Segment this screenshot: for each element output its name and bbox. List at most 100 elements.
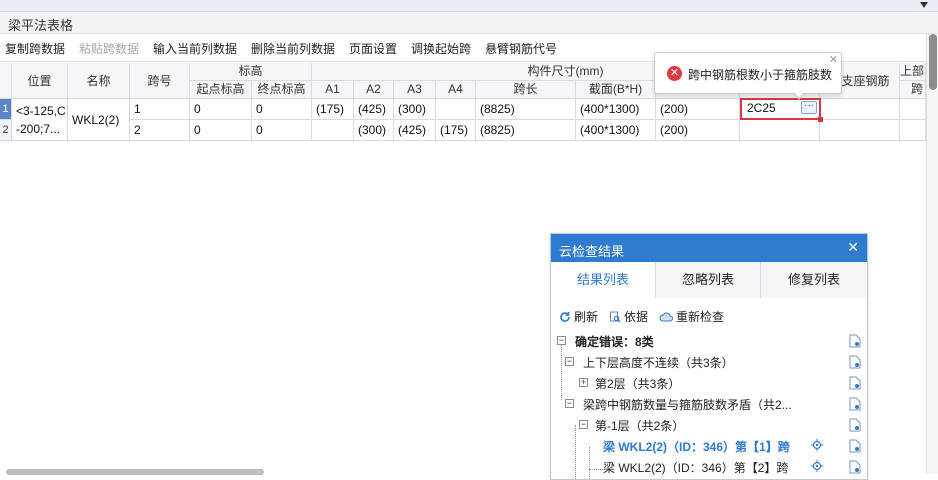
col-header-position[interactable]: 位置 [12, 63, 68, 99]
collapse-icon[interactable]: − [557, 336, 566, 345]
tab-results[interactable]: 结果列表 [551, 262, 656, 298]
table-cell[interactable]: 1 [130, 99, 190, 120]
refresh-button[interactable]: 刷新 [559, 308, 598, 325]
copy-span-button[interactable]: 复制跨数据 [5, 40, 65, 57]
position-cell[interactable]: <3-125,C -200;7... [12, 99, 68, 141]
col-header-a1[interactable]: A1 [312, 81, 354, 99]
tree-item[interactable]: 梁 WKL2(2)（ID：346）第【2】跨 [603, 458, 853, 478]
col-header-a4[interactable]: A4 [436, 81, 476, 99]
tree-node-floor[interactable]: − 第-1层（共2条） [579, 416, 853, 436]
col-header-end-elev[interactable]: 终点标高 [252, 81, 312, 99]
col-header-span-length[interactable]: 跨长 [476, 81, 576, 99]
table-cell[interactable] [900, 120, 926, 141]
document-icon[interactable] [849, 397, 861, 411]
table-cell[interactable]: (400*1300) [576, 99, 656, 120]
locate-icon[interactable] [811, 460, 823, 472]
table-cell[interactable]: 0 [252, 99, 312, 120]
window-title: 梁平法表格 [8, 18, 74, 33]
expand-icon[interactable]: + [579, 378, 588, 387]
error-icon: ✕ [667, 66, 682, 81]
document-icon[interactable] [849, 355, 861, 369]
col-header-a3[interactable]: A3 [394, 81, 436, 99]
fill-handle[interactable] [818, 117, 823, 122]
tree-node-category[interactable]: − 梁跨中钢筋数量与箍筋肢数矛盾（共2... [565, 395, 853, 415]
panel-actions: 刷新 依据 重新检查 [551, 306, 867, 328]
collapse-icon[interactable]: − [565, 399, 574, 408]
table-cell[interactable]: (425) [354, 99, 394, 120]
page-setup-button[interactable]: 页面设置 [349, 40, 397, 57]
vertical-scrollbar[interactable] [926, 34, 938, 474]
table-cell[interactable]: (175) [436, 120, 476, 141]
document-icon[interactable] [849, 418, 861, 432]
document-icon[interactable] [849, 376, 861, 390]
row-header-corner [0, 63, 12, 99]
table-cell[interactable] [436, 99, 476, 120]
table-cell[interactable]: (200) [656, 99, 740, 120]
tree-category-label: 上下层高度不连续（共3条） [583, 356, 734, 370]
mid-rebar-edit-input[interactable]: 2C25 ··· [740, 98, 823, 122]
window-top-bar [0, 0, 938, 12]
tree-node-category[interactable]: − 上下层高度不连续（共3条） [565, 353, 853, 373]
more-options-button[interactable]: ··· [801, 101, 817, 114]
table-cell[interactable]: (300) [354, 120, 394, 141]
col-header-top-span[interactable]: 跨 [900, 81, 926, 99]
col-header-elevation[interactable]: 标高 [190, 63, 312, 81]
table-cell[interactable]: 0 [252, 120, 312, 141]
table-cell[interactable] [820, 120, 900, 141]
row-number[interactable]: 1 [0, 99, 12, 120]
table-cell[interactable]: (8825) [476, 99, 576, 120]
cloud-icon [659, 312, 673, 322]
tree-item-label: 梁 WKL2(2)（ID：346）第【2】跨 [603, 461, 789, 475]
table-cell[interactable]: 0 [190, 120, 252, 141]
col-header-start-elev[interactable]: 起点标高 [190, 81, 252, 99]
basis-button[interactable]: 依据 [609, 308, 648, 325]
document-icon[interactable] [849, 439, 861, 453]
position-line1: <3-125,C [16, 104, 66, 118]
table-cell[interactable]: 2 [130, 120, 190, 141]
paste-span-button[interactable]: 粘贴跨数据 [79, 40, 139, 57]
tree-item[interactable]: 梁 WKL2(2)（ID：346）第【1】跨 [603, 437, 853, 457]
table-cell[interactable]: (8825) [476, 120, 576, 141]
swap-start-span-button[interactable]: 调换起始跨 [411, 40, 471, 57]
error-tooltip: ✕ 跨中钢筋根数小于箍筋肢数 ✕ [654, 52, 842, 100]
cloud-check-panel: 云检查结果 ✕ 结果列表 忽略列表 修复列表 刷新 依据 重新检查 − 确定错误… [550, 233, 868, 480]
tab-ignored[interactable]: 忽略列表 [656, 262, 761, 298]
table-cell[interactable]: (175) [312, 99, 354, 120]
locate-icon[interactable] [811, 439, 823, 451]
tab-fixed[interactable]: 修复列表 [761, 262, 867, 298]
col-header-section[interactable]: 截面(B*H) [576, 81, 656, 99]
collapse-icon[interactable]: − [579, 420, 588, 429]
tooltip-close-icon[interactable]: ✕ [829, 53, 838, 66]
document-icon[interactable] [849, 460, 861, 474]
panel-close-icon[interactable]: ✕ [847, 239, 859, 256]
col-header-top[interactable]: 上部 [900, 63, 926, 81]
table-cell[interactable] [900, 99, 926, 120]
error-message: 跨中钢筋根数小于箍筋肢数 [688, 68, 833, 82]
table-cell[interactable]: (400*1300) [576, 120, 656, 141]
tree-node-floor[interactable]: + 第2层（共3条） [579, 374, 853, 394]
delete-column-button[interactable]: 删除当前列数据 [251, 40, 335, 57]
col-header-name[interactable]: 名称 [68, 63, 130, 99]
table-cell[interactable] [820, 99, 900, 120]
recheck-button[interactable]: 重新检查 [659, 308, 724, 325]
document-icon[interactable] [849, 334, 861, 348]
table-cell[interactable]: 0 [190, 99, 252, 120]
col-header-span-no[interactable]: 跨号 [130, 63, 190, 99]
input-column-button[interactable]: 输入当前列数据 [153, 40, 237, 57]
result-tree: − 确定错误：8类 − 上下层高度不连续（共3条） + 第2层（共3条） − 梁… [551, 330, 867, 480]
collapse-icon[interactable]: − [565, 357, 574, 366]
table-cell[interactable]: (425) [394, 120, 436, 141]
vertical-scroll-thumb[interactable] [929, 34, 937, 90]
collapse-arrow-icon[interactable] [920, 2, 928, 8]
horizontal-scroll-thumb[interactable] [6, 469, 264, 475]
table-cell[interactable]: (300) [394, 99, 436, 120]
col-header-a2[interactable]: A2 [354, 81, 394, 99]
cantilever-code-button[interactable]: 悬臂钢筋代号 [485, 40, 557, 57]
refresh-icon [560, 312, 570, 322]
tree-node-root[interactable]: − 确定错误：8类 [557, 332, 853, 352]
table-cell[interactable]: (200) [656, 120, 740, 141]
row-number[interactable]: 2 [0, 120, 12, 141]
table-cell[interactable] [740, 120, 820, 141]
table-cell[interactable] [312, 120, 354, 141]
name-cell[interactable]: WKL2(2) [68, 99, 130, 141]
